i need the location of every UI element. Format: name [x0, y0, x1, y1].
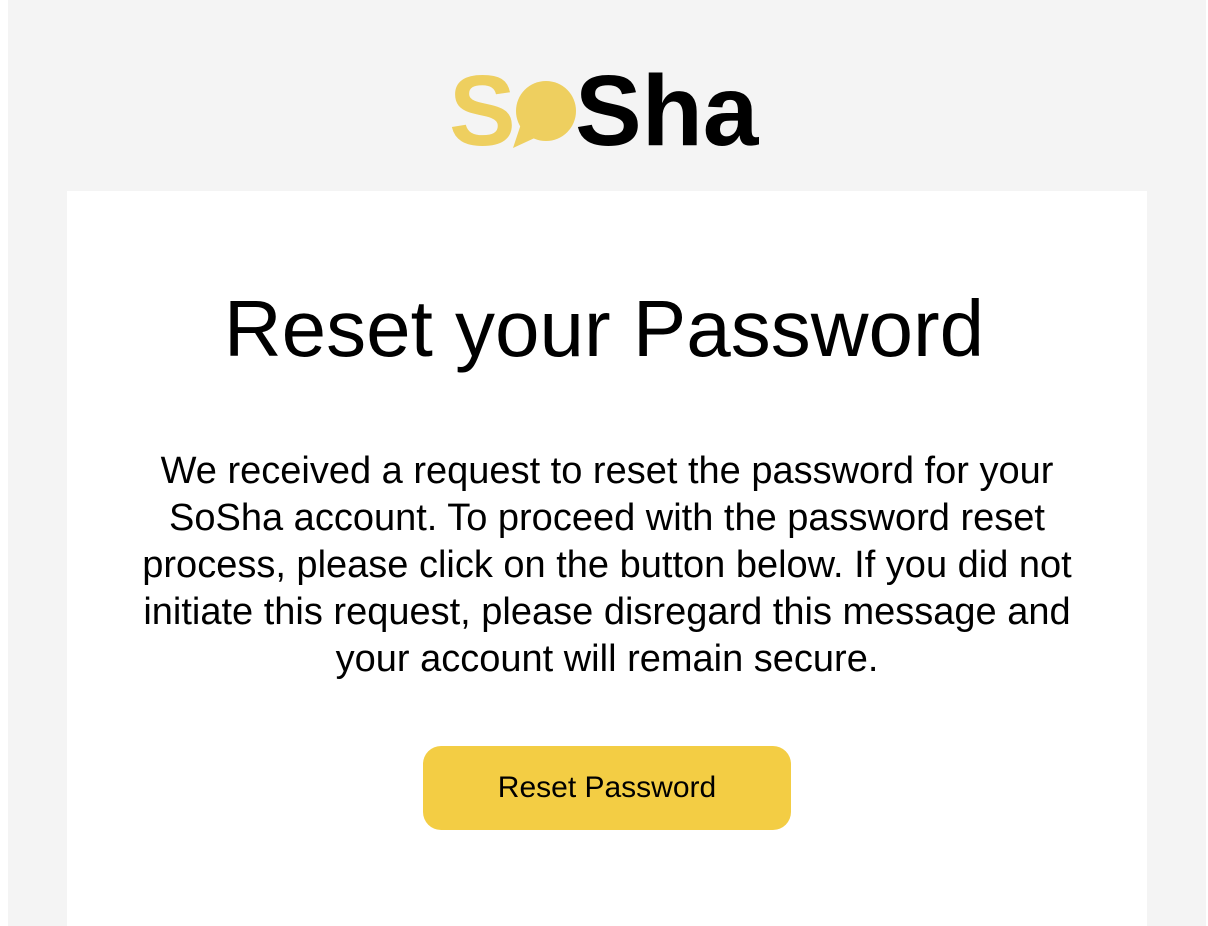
- sosha-logo: S Sha: [447, 50, 767, 155]
- logo-letter-s: S: [449, 55, 516, 155]
- page-title: Reset your Password: [223, 284, 985, 373]
- email-body-text: We received a request to reset the passw…: [142, 450, 1072, 680]
- logo-letters-sha: Sha: [575, 55, 760, 155]
- reset-password-button[interactable]: Reset Password: [423, 746, 791, 830]
- speech-bubble-icon: [513, 81, 576, 148]
